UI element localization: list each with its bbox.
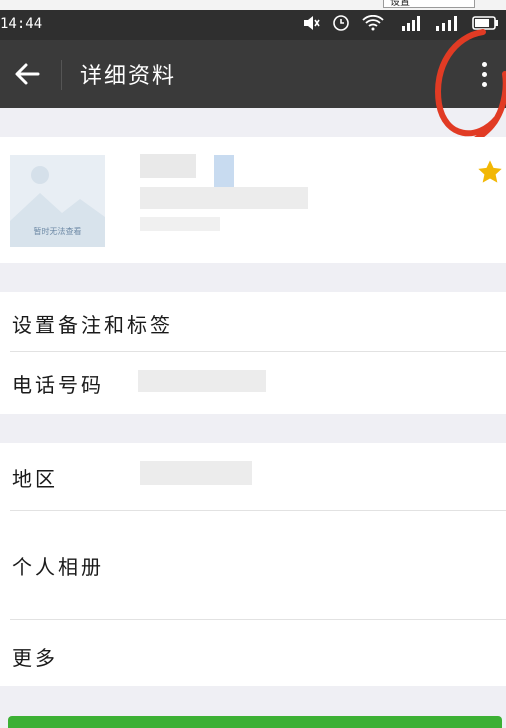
status-icons	[302, 14, 500, 32]
signal-icon	[436, 16, 457, 31]
more-row[interactable]: 更多	[0, 620, 506, 686]
toolbar-tab[interactable]: 设置	[383, 0, 475, 8]
personal-album-label: 个人相册	[12, 555, 104, 579]
blurred-nickname	[140, 154, 196, 178]
alarm-icon	[333, 15, 349, 31]
region-row[interactable]: 地区	[0, 443, 506, 511]
blurred-account-id	[140, 187, 308, 209]
status-bar: 14:44	[0, 10, 506, 40]
back-button[interactable]	[10, 56, 46, 92]
phone-number-label: 电话号码	[12, 373, 104, 397]
avatar-caption: 暂时无法查看	[33, 227, 82, 236]
settings-group-1: 设置备注和标签 电话号码	[0, 292, 506, 414]
region-label: 地区	[12, 467, 58, 491]
toolbar-tab-label: 设置	[390, 0, 410, 8]
blurred-region-value	[140, 461, 252, 485]
mute-icon	[304, 16, 320, 30]
star-icon[interactable]	[476, 158, 504, 186]
blurred-nickname-accent	[214, 155, 234, 189]
app-bar-divider	[61, 60, 62, 90]
more-label: 更多	[12, 646, 58, 670]
back-arrow-icon	[15, 63, 40, 85]
page-title: 详细资料	[80, 64, 177, 89]
signal-icon	[402, 16, 420, 31]
personal-album-row[interactable]: 个人相册	[0, 511, 506, 619]
phone-number-row[interactable]: 电话号码	[0, 352, 506, 414]
remark-tags-label: 设置备注和标签	[12, 313, 173, 337]
avatar[interactable]: 暂时无法查看	[10, 155, 105, 247]
more-options-button[interactable]	[470, 52, 500, 96]
battery-icon	[472, 16, 498, 30]
blurred-extra-info	[140, 217, 220, 231]
profile-card: 暂时无法查看	[0, 137, 506, 263]
blurred-phone-value	[138, 370, 266, 392]
settings-group-2: 地区 个人相册 更多	[0, 443, 506, 686]
wifi-icon	[362, 15, 384, 31]
send-message-button[interactable]	[8, 716, 502, 728]
remark-tags-row[interactable]: 设置备注和标签	[0, 292, 506, 352]
browser-toolbar-strip: 设置	[0, 0, 506, 10]
status-time: 14:44	[0, 16, 43, 32]
app-bar: 详细资料	[0, 40, 506, 108]
